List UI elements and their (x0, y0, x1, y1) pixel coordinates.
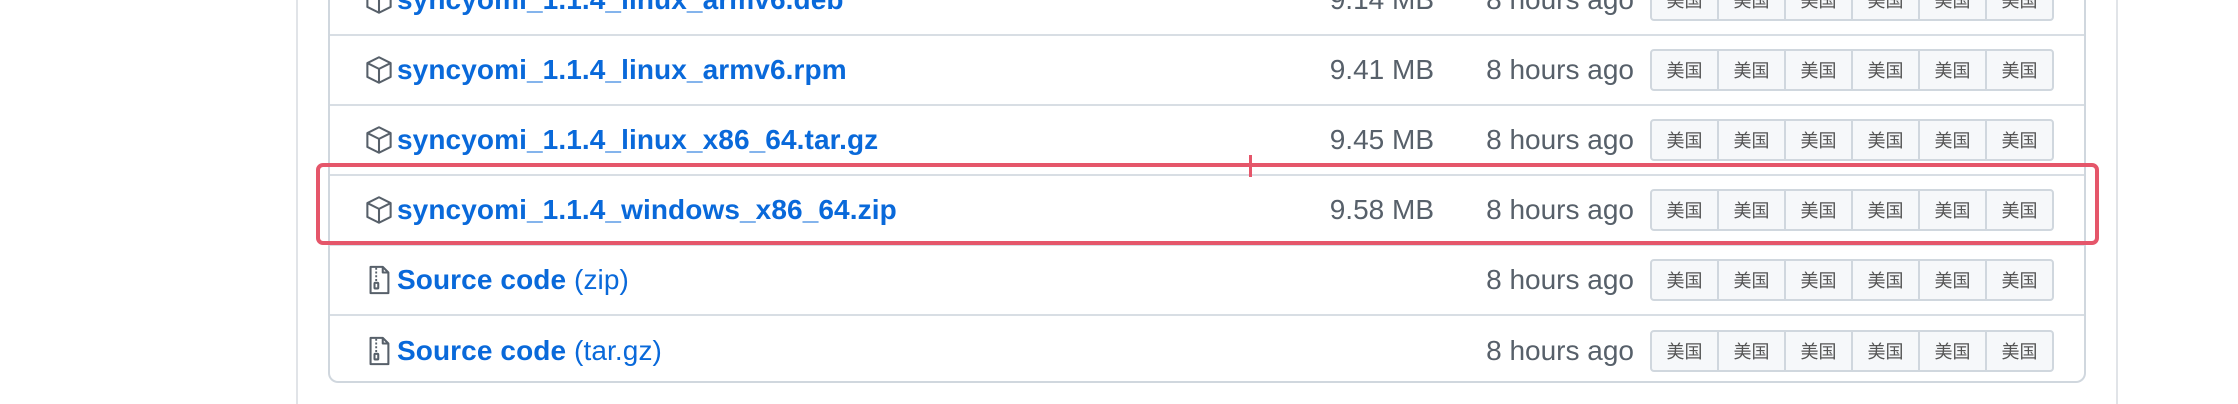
mirror-button[interactable]: 美国 (1784, 119, 1853, 161)
asset-download-link[interactable]: syncyomi_1.1.4_linux_armv6.rpm (397, 54, 847, 86)
asset-name-text: Source code (397, 335, 567, 366)
asset-format-suffix: (zip) (566, 264, 629, 295)
package-icon (364, 195, 394, 225)
asset-row: syncyomi_1.1.4_linux_x86_64.tar.gz 9.45 … (330, 106, 2084, 176)
file-zip-icon (364, 265, 394, 295)
asset-size: 9.41 MB (1329, 54, 1434, 85)
mirror-button[interactable]: 美国 (1650, 49, 1719, 91)
asset-size: 9.58 MB (1329, 194, 1434, 225)
asset-time: 8 hours ago (1486, 264, 1634, 295)
mirror-button[interactable]: 美国 (1918, 49, 1987, 91)
mirror-button-group: 美国 美国 美国 美国 美国 美国 (1650, 0, 2054, 21)
mirror-button[interactable]: 美国 (1851, 119, 1920, 161)
mirror-button[interactable]: 美国 (1851, 259, 1920, 301)
release-assets-page: syncyomi_1.1.4_linux_armv6.deb 9.14 MB 8… (0, 0, 2238, 404)
mirror-button[interactable]: 美国 (1985, 119, 2054, 161)
package-icon (364, 55, 394, 85)
mirror-button[interactable]: 美国 (1717, 119, 1786, 161)
asset-download-link[interactable]: syncyomi_1.1.4_linux_armv6.deb (397, 0, 844, 16)
asset-name-text: Source code (397, 264, 567, 295)
assets-list: syncyomi_1.1.4_linux_armv6.deb 9.14 MB 8… (328, 0, 2086, 383)
mirror-button[interactable]: 美国 (1918, 330, 1987, 372)
package-icon (364, 125, 394, 155)
mirror-button[interactable]: 美国 (1650, 259, 1719, 301)
asset-name-text: syncyomi_1.1.4_linux_x86_64.tar.gz (397, 124, 879, 155)
asset-row: syncyomi_1.1.4_linux_armv6.deb 9.14 MB 8… (330, 0, 2084, 36)
source-code-link[interactable]: Source code (tar.gz) (397, 335, 662, 367)
mirror-button[interactable]: 美国 (1717, 259, 1786, 301)
mirror-button[interactable]: 美国 (1650, 189, 1719, 231)
mirror-button[interactable]: 美国 (1717, 189, 1786, 231)
mirror-button[interactable]: 美国 (1717, 0, 1786, 21)
asset-time: 8 hours ago (1486, 0, 1634, 16)
asset-name-text: syncyomi_1.1.4_windows_x86_64.zip (397, 194, 897, 225)
asset-name-text: syncyomi_1.1.4_linux_armv6.deb (397, 0, 844, 15)
mirror-button[interactable]: 美国 (1650, 119, 1719, 161)
mirror-button-group: 美国 美国 美国 美国 美国 美国 (1650, 259, 2054, 301)
mirror-button[interactable]: 美国 (1784, 330, 1853, 372)
mirror-button[interactable]: 美国 (1985, 259, 2054, 301)
asset-row: Source code (tar.gz) 8 hours ago 美国 美国 美… (330, 316, 2084, 381)
asset-format-suffix: (tar.gz) (566, 335, 662, 366)
mirror-button[interactable]: 美国 (1918, 189, 1987, 231)
asset-row: syncyomi_1.1.4_linux_armv6.rpm 9.41 MB 8… (330, 36, 2084, 106)
mirror-button-group: 美国 美国 美国 美国 美国 美国 (1650, 49, 2054, 91)
mirror-button[interactable]: 美国 (1851, 49, 1920, 91)
mirror-button[interactable]: 美国 (1650, 0, 1719, 21)
file-zip-icon (364, 336, 394, 366)
asset-row: Source code (zip) 8 hours ago 美国 美国 美国 美… (330, 246, 2084, 316)
mirror-button-group: 美国 美国 美国 美国 美国 美国 (1650, 330, 2054, 372)
mirror-button[interactable]: 美国 (1717, 49, 1786, 91)
asset-size: 9.45 MB (1329, 124, 1434, 155)
asset-row: syncyomi_1.1.4_windows_x86_64.zip 9.58 M… (330, 176, 2084, 246)
mirror-button[interactable]: 美国 (1717, 330, 1786, 372)
asset-time: 8 hours ago (1486, 124, 1634, 155)
mirror-button[interactable]: 美国 (1985, 0, 2054, 21)
asset-time: 8 hours ago (1486, 335, 1634, 366)
package-icon (364, 0, 394, 15)
mirror-button-group: 美国 美国 美国 美国 美国 美国 (1650, 189, 2054, 231)
asset-time: 8 hours ago (1486, 54, 1634, 85)
mirror-button[interactable]: 美国 (1784, 189, 1853, 231)
mirror-button[interactable]: 美国 (1784, 0, 1853, 21)
mirror-button[interactable]: 美国 (1985, 330, 2054, 372)
mirror-button-group: 美国 美国 美国 美国 美国 美国 (1650, 119, 2054, 161)
mirror-button[interactable]: 美国 (1918, 259, 1987, 301)
asset-size: 9.14 MB (1330, 0, 1434, 16)
mirror-button[interactable]: 美国 (1851, 0, 1920, 21)
asset-download-link[interactable]: syncyomi_1.1.4_linux_x86_64.tar.gz (397, 124, 878, 156)
mirror-button[interactable]: 美国 (1985, 189, 2054, 231)
mirror-button[interactable]: 美国 (1784, 49, 1853, 91)
mirror-button[interactable]: 美国 (1784, 259, 1853, 301)
asset-download-link[interactable]: syncyomi_1.1.4_windows_x86_64.zip (397, 194, 897, 226)
mirror-button[interactable]: 美国 (1650, 330, 1719, 372)
mirror-button[interactable]: 美国 (1985, 49, 2054, 91)
asset-name-text: syncyomi_1.1.4_linux_armv6.rpm (397, 54, 847, 85)
mirror-button[interactable]: 美国 (1918, 119, 1987, 161)
mirror-button[interactable]: 美国 (1851, 330, 1920, 372)
mirror-button[interactable]: 美国 (1851, 189, 1920, 231)
text-cursor-marker (1249, 155, 1252, 177)
source-code-link[interactable]: Source code (zip) (397, 264, 629, 296)
mirror-button[interactable]: 美国 (1918, 0, 1987, 21)
asset-time: 8 hours ago (1486, 194, 1634, 225)
